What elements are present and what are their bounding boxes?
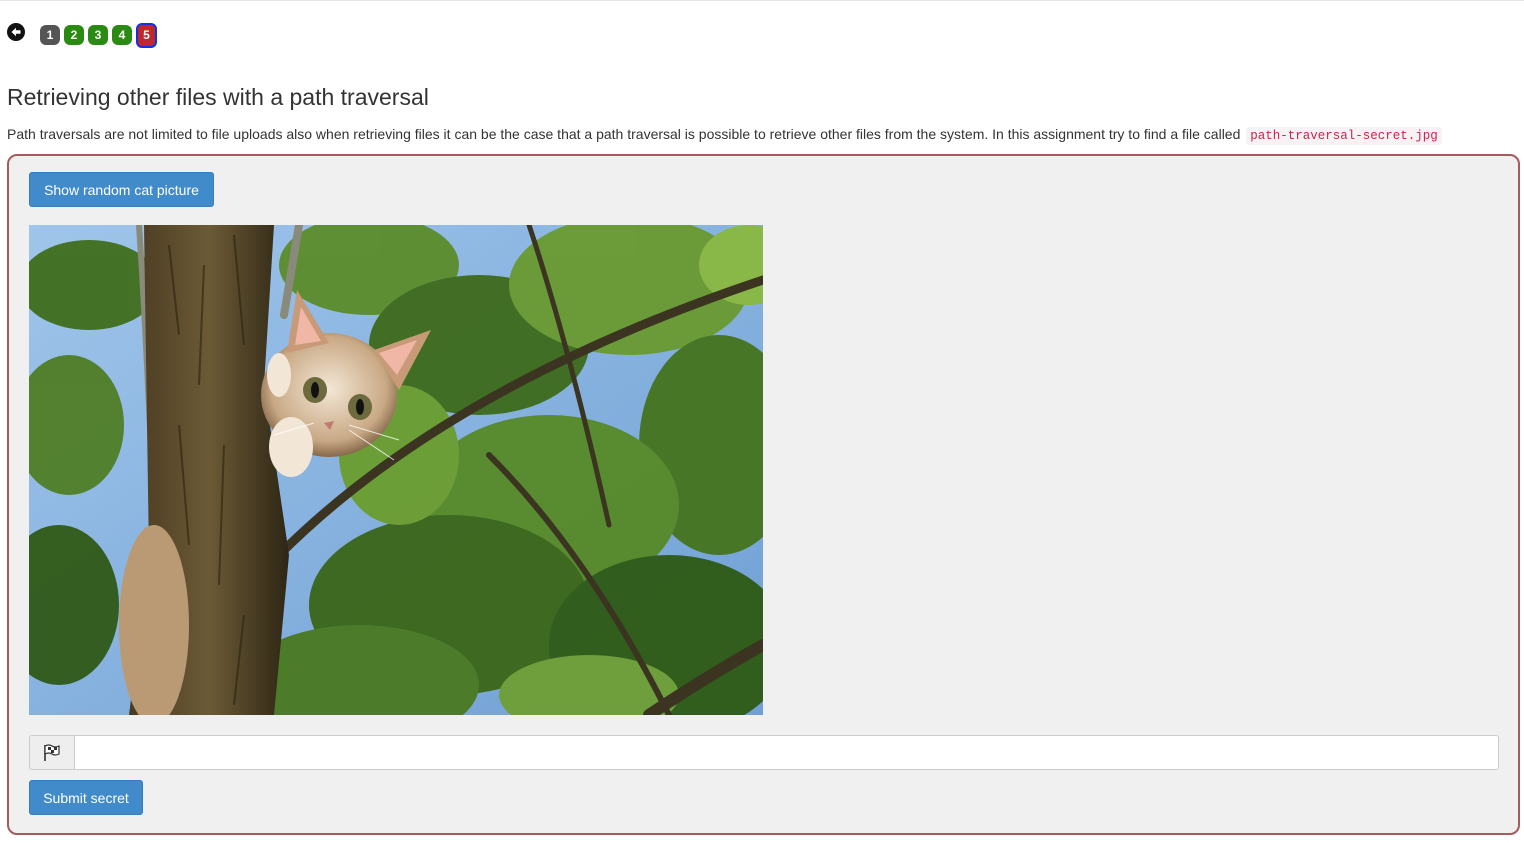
page-button-5[interactable]: 5 xyxy=(136,22,157,48)
page-button-1[interactable]: 1 xyxy=(40,25,60,45)
lesson-pagination: 1 2 3 4 5 xyxy=(7,21,161,49)
flag-icon xyxy=(29,735,74,770)
secret-input[interactable] xyxy=(74,735,1499,770)
top-divider xyxy=(0,0,1524,1)
page-title: Retrieving other files with a path trave… xyxy=(7,84,429,110)
secret-input-group xyxy=(29,735,1499,770)
assignment-panel: Show random cat picture Submit secret xyxy=(7,154,1520,835)
submit-secret-button[interactable]: Submit secret xyxy=(29,780,143,815)
page-button-3[interactable]: 3 xyxy=(88,25,108,45)
show-random-cat-button[interactable]: Show random cat picture xyxy=(29,172,214,207)
cat-picture xyxy=(29,225,763,715)
lesson-description: Path traversals are not limited to file … xyxy=(7,124,1442,146)
page-button-2[interactable]: 2 xyxy=(64,25,84,45)
description-text: Path traversals are not limited to file … xyxy=(7,126,1241,142)
page-button-4[interactable]: 4 xyxy=(112,25,132,45)
secret-filename: path-traversal-secret.jpg xyxy=(1246,127,1442,145)
back-icon[interactable] xyxy=(7,23,25,41)
